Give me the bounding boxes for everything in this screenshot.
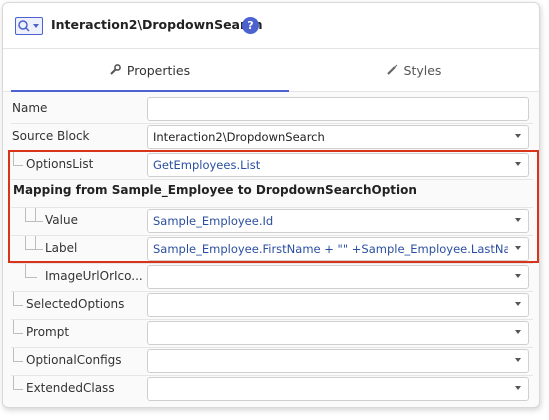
- property-row-label: Label Sample_Employee.FirstName + "" +Sa…: [3, 235, 539, 263]
- tab-bar: Properties Styles: [3, 48, 539, 92]
- brush-icon: [386, 49, 398, 92]
- chevron-down-icon: [515, 330, 521, 334]
- property-label: Value: [45, 213, 78, 227]
- wrench-icon: [110, 49, 121, 92]
- property-label: Source Block: [12, 129, 90, 143]
- options-list-dropdown[interactable]: GetEmployees.List: [147, 153, 529, 177]
- chevron-down-icon: [515, 386, 521, 390]
- selected-options-dropdown[interactable]: [147, 293, 529, 317]
- property-label: Prompt: [26, 325, 70, 339]
- source-block-dropdown[interactable]: Interaction2\DropdownSearch: [147, 125, 529, 149]
- chevron-down-icon: [515, 246, 521, 250]
- property-label: Name: [12, 101, 48, 115]
- chevron-down-icon: [515, 218, 521, 222]
- property-row-optional-configs: OptionalConfigs: [3, 347, 539, 375]
- property-row-value: Value Sample_Employee.Id: [3, 207, 539, 235]
- prompt-dropdown[interactable]: [147, 321, 529, 345]
- property-row-selected-options: SelectedOptions: [3, 291, 539, 319]
- chevron-down-icon: [515, 274, 521, 278]
- value-dropdown[interactable]: Sample_Employee.Id: [147, 209, 529, 233]
- panel-title: Interaction2\DropdownSearch: [51, 17, 263, 32]
- property-row-name: Name: [3, 95, 539, 123]
- mapping-heading: Mapping from Sample_Employee to Dropdown…: [13, 183, 417, 197]
- divider: [11, 179, 533, 180]
- label-dropdown[interactable]: Sample_Employee.FirstName + "" +Sample_E…: [147, 237, 529, 261]
- property-label: OptionalConfigs: [26, 353, 122, 367]
- panel-header: Interaction2\DropdownSearch ?: [3, 3, 539, 48]
- field-value: GetEmployees.List: [153, 158, 261, 172]
- tab-styles[interactable]: Styles: [289, 49, 539, 92]
- property-row-options-list: OptionsList GetEmployees.List: [3, 151, 539, 179]
- tab-properties-label: Properties: [126, 63, 191, 78]
- properties-panel: Interaction2\DropdownSearch ? Properties…: [2, 2, 540, 408]
- property-row-source-block: Source Block Interaction2\DropdownSearch: [3, 123, 539, 151]
- tab-properties[interactable]: Properties: [11, 49, 289, 92]
- property-label: OptionsList: [26, 157, 94, 171]
- help-icon[interactable]: ?: [242, 17, 259, 34]
- chevron-down-icon: [515, 134, 521, 138]
- field-value: Sample_Employee.Id: [153, 214, 274, 228]
- property-label: ImageUrlOrIco...: [45, 269, 143, 283]
- field-value: Interaction2\DropdownSearch: [153, 130, 325, 144]
- property-label: ExtendedClass: [26, 381, 115, 395]
- image-url-dropdown[interactable]: [147, 265, 529, 289]
- chevron-down-icon: [515, 302, 521, 306]
- dropdown-search-widget-icon: [15, 17, 43, 35]
- tab-styles-label: Styles: [403, 63, 442, 78]
- field-value: Sample_Employee.FirstName + "" +Sample_E…: [153, 242, 508, 256]
- property-row-prompt: Prompt: [3, 319, 539, 347]
- property-row-image-url: ImageUrlOrIco...: [3, 263, 539, 291]
- extended-class-dropdown[interactable]: [147, 377, 529, 401]
- chevron-down-icon: [515, 162, 521, 166]
- property-row-extended-class: ExtendedClass: [3, 375, 539, 403]
- chevron-down-icon: [515, 358, 521, 362]
- property-label: SelectedOptions: [26, 297, 125, 311]
- property-label: Label: [45, 241, 78, 255]
- name-input[interactable]: [147, 97, 529, 121]
- optional-configs-dropdown[interactable]: [147, 349, 529, 373]
